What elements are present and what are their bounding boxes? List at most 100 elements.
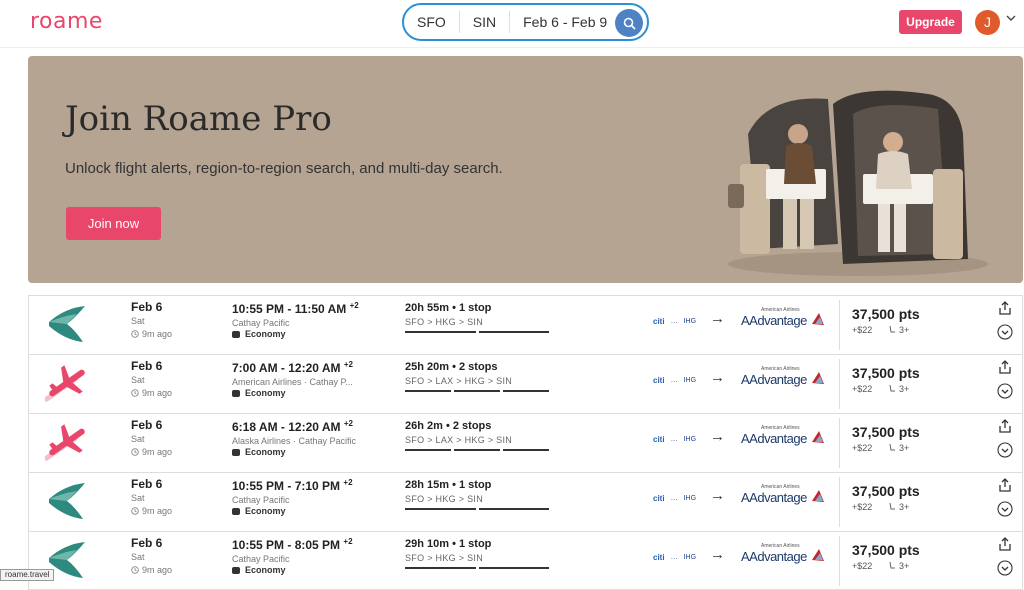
- seat-count-icon: [889, 384, 895, 392]
- share-icon[interactable]: [997, 418, 1013, 434]
- share-icon[interactable]: [997, 477, 1013, 493]
- banner-subtitle: Unlock flight alerts, region-to-region s…: [65, 160, 503, 177]
- clock-icon: [131, 448, 139, 456]
- updated-ago: 9m ago: [131, 329, 172, 339]
- updated-ago: 9m ago: [131, 565, 172, 575]
- flight-route: SFO > HKG > SIN: [405, 553, 484, 563]
- result-row[interactable]: Feb 6 Sat 9m ago 10:55 PM - 8:05 PM +2 C…: [28, 531, 1023, 590]
- aa-big-text: AAdvantage: [741, 490, 807, 505]
- upgrade-button[interactable]: Upgrade: [899, 10, 962, 34]
- chevron-down-icon[interactable]: [1006, 14, 1016, 22]
- points-price: 37,500 pts: [852, 306, 920, 322]
- cabin-class: Economy: [232, 506, 286, 516]
- segment-bars: [405, 331, 549, 333]
- flight-duration: 29h 10m • 1 stop: [405, 538, 492, 550]
- flight-date: Feb 6: [131, 477, 163, 491]
- destination-field[interactable]: SIN: [460, 11, 511, 33]
- seat-icon: [232, 449, 240, 456]
- aa-flight-symbol-icon: [812, 313, 824, 325]
- ihg-logo: IHG: [683, 495, 697, 502]
- expand-chevron-icon[interactable]: [997, 501, 1013, 517]
- carrier-names: Alaska Airlines · Cathay Pacific: [232, 436, 357, 446]
- pro-banner: Join Roame Pro Unlock flight alerts, reg…: [28, 56, 1023, 283]
- updated-ago-text: 9m ago: [142, 565, 173, 575]
- share-icon[interactable]: [997, 300, 1013, 316]
- plane-icon: [43, 422, 89, 462]
- ihg-logo: IHG: [683, 554, 697, 561]
- transfer-programs: citi … IHG: [653, 317, 696, 326]
- expand-chevron-icon[interactable]: [997, 383, 1013, 399]
- flight-weekday: Sat: [131, 552, 145, 562]
- taxes-fee: +$22: [852, 502, 873, 512]
- bank-logo: …: [670, 436, 678, 443]
- result-row[interactable]: Feb 6 Sat 9m ago 7:00 AM - 12:20 AM +2 A…: [28, 354, 1023, 413]
- origin-field[interactable]: SFO: [404, 11, 460, 33]
- updated-ago-text: 9m ago: [142, 447, 173, 457]
- times-text: 7:00 AM - 12:20 AM: [232, 361, 341, 375]
- search-icon: [623, 17, 636, 30]
- flight-times: 7:00 AM - 12:20 AM +2: [232, 360, 353, 375]
- dates-field[interactable]: Feb 6 - Feb 9: [510, 11, 620, 33]
- result-row[interactable]: Feb 6 Sat 9m ago 10:55 PM - 7:10 PM +2 C…: [28, 472, 1023, 531]
- carrier-names: Cathay Pacific: [232, 554, 290, 564]
- expand-chevron-icon[interactable]: [997, 324, 1013, 340]
- seats-text: 3+: [899, 443, 910, 453]
- expand-chevron-icon[interactable]: [997, 442, 1013, 458]
- seats-available: 3+: [889, 561, 909, 571]
- times-text: 10:55 PM - 7:10 PM: [232, 479, 341, 493]
- flight-route: SFO > HKG > SIN: [405, 317, 484, 327]
- cabin-class: Economy: [232, 447, 286, 457]
- seats-available: 3+: [889, 443, 909, 453]
- arrow-right-icon: →: [710, 428, 725, 445]
- plane-icon: [43, 363, 89, 403]
- flight-date: Feb 6: [131, 359, 163, 373]
- points-price: 37,500 pts: [852, 424, 920, 440]
- search-button[interactable]: [615, 9, 643, 37]
- flight-route: SFO > HKG > SIN: [405, 494, 484, 504]
- seats-text: 3+: [899, 325, 910, 335]
- roame-logo[interactable]: roame: [30, 9, 103, 34]
- aadvantage-logo: American Airlines AAdvantage: [739, 543, 829, 571]
- expand-chevron-icon[interactable]: [997, 560, 1013, 576]
- seat-icon: [232, 508, 240, 515]
- day-offset: +2: [349, 301, 359, 310]
- flight-route: SFO > LAX > HKG > SIN: [405, 376, 513, 386]
- divider: [839, 418, 840, 468]
- cabin-text: Economy: [245, 506, 286, 516]
- share-icon[interactable]: [997, 536, 1013, 552]
- flight-duration: 28h 15m • 1 stop: [405, 479, 492, 491]
- times-text: 10:55 PM - 11:50 AM: [232, 302, 347, 316]
- aa-flight-symbol-icon: [812, 490, 824, 502]
- clock-icon: [131, 507, 139, 515]
- transfer-programs: citi … IHG: [653, 376, 696, 385]
- avatar[interactable]: J: [975, 10, 1000, 35]
- updated-ago: 9m ago: [131, 447, 172, 457]
- updated-ago: 9m ago: [131, 388, 172, 398]
- share-icon[interactable]: [997, 359, 1013, 375]
- flight-weekday: Sat: [131, 375, 145, 385]
- taxes-fee: +$22: [852, 384, 873, 394]
- result-row[interactable]: Feb 6 Sat 9m ago 10:55 PM - 11:50 AM +2 …: [28, 295, 1023, 354]
- citi-logo: citi: [653, 553, 665, 562]
- seat-count-icon: [889, 502, 895, 510]
- points-price: 37,500 pts: [852, 542, 920, 558]
- flight-weekday: Sat: [131, 316, 145, 326]
- segment-bars: [405, 449, 549, 451]
- search-bar[interactable]: SFO SIN Feb 6 - Feb 9: [402, 3, 649, 41]
- cabin-text: Economy: [245, 388, 286, 398]
- carrier-names: American Airlines · Cathay P...: [232, 377, 353, 387]
- aadvantage-logo: American Airlines AAdvantage: [739, 484, 829, 512]
- cabin-class: Economy: [232, 388, 286, 398]
- arrow-right-icon: →: [710, 310, 725, 327]
- result-row[interactable]: Feb 6 Sat 9m ago 6:18 AM - 12:20 AM +2 A…: [28, 413, 1023, 472]
- points-price: 37,500 pts: [852, 365, 920, 381]
- join-now-button[interactable]: Join now: [66, 207, 161, 240]
- cabin-text: Economy: [245, 329, 286, 339]
- updated-ago-text: 9m ago: [142, 329, 173, 339]
- segment-bars: [405, 567, 549, 569]
- flight-weekday: Sat: [131, 493, 145, 503]
- taxes-fee: +$22: [852, 325, 873, 335]
- ihg-logo: IHG: [683, 436, 697, 443]
- cathay-logo: [45, 481, 89, 521]
- clock-icon: [131, 566, 139, 574]
